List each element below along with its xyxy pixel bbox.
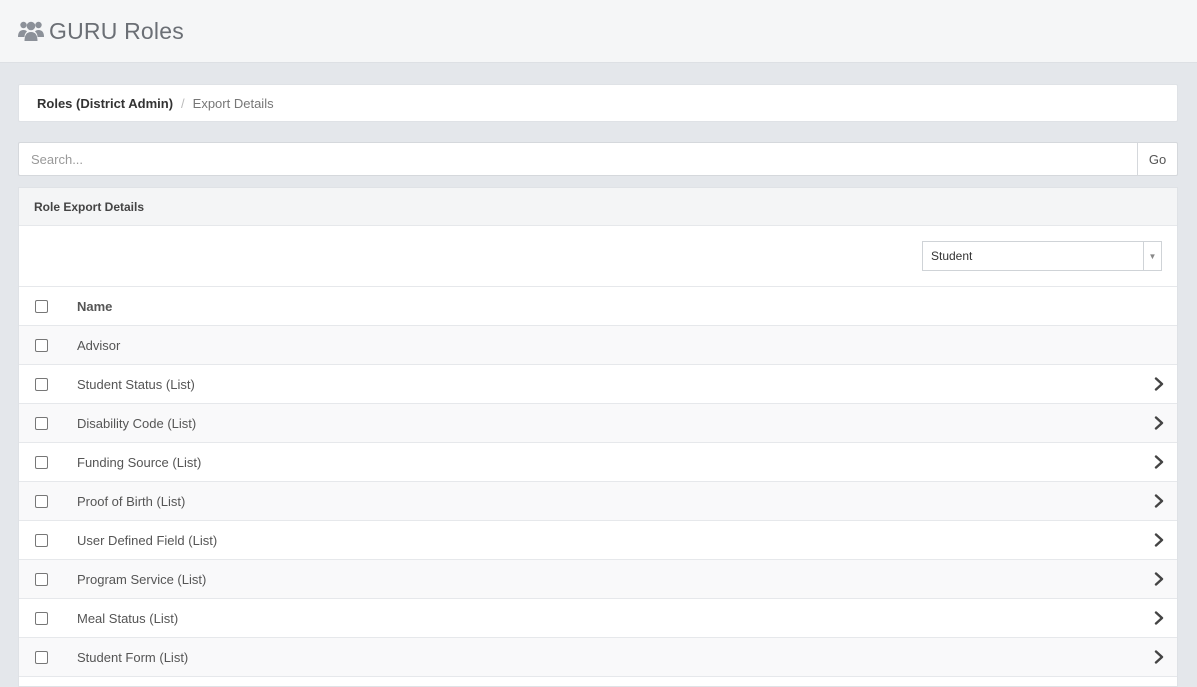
table-row[interactable]: Disability Code (List) — [19, 404, 1177, 443]
row-checkbox[interactable] — [35, 416, 48, 430]
category-select[interactable]: Student ▼ — [922, 241, 1162, 271]
chevron-right-icon[interactable] — [1154, 494, 1164, 508]
role-export-panel: Role Export Details Student ▼ Name Advis… — [18, 187, 1178, 687]
search-bar: Go — [18, 142, 1178, 176]
row-label: Program Service (List) — [77, 571, 207, 587]
row-checkbox[interactable] — [35, 611, 48, 625]
table-row[interactable]: Meal Status (List) — [19, 599, 1177, 638]
chevron-down-icon[interactable]: ▼ — [1143, 242, 1161, 270]
filter-row: Student ▼ — [19, 226, 1177, 287]
breadcrumb-current: Export Details — [192, 95, 274, 111]
chevron-right-icon[interactable] — [1154, 533, 1164, 547]
row-label: Meal Status (List) — [77, 610, 179, 626]
row-checkbox[interactable] — [35, 455, 48, 469]
row-label: Disability Code (List) — [77, 415, 197, 431]
top-bar: GURU Roles — [0, 0, 1197, 63]
go-button[interactable]: Go — [1137, 142, 1178, 176]
chevron-right-icon[interactable] — [1154, 377, 1164, 391]
table-row[interactable]: Funding Source (List) — [19, 443, 1177, 482]
row-label: User Defined Field (List) — [77, 532, 218, 548]
category-select-value: Student — [931, 249, 973, 263]
row-checkbox[interactable] — [35, 650, 48, 664]
row-label: Student Status (List) — [77, 376, 195, 392]
table-row[interactable]: Student Status (List) — [19, 365, 1177, 404]
breadcrumb: Roles (District Admin) / Export Details — [18, 84, 1178, 122]
search-input[interactable] — [18, 142, 1137, 176]
chevron-right-icon[interactable] — [1154, 455, 1164, 469]
users-icon — [18, 19, 44, 43]
row-checkbox[interactable] — [35, 494, 48, 508]
table-header-row: Name — [19, 287, 1177, 326]
chevron-right-icon[interactable] — [1154, 611, 1164, 625]
chevron-right-icon[interactable] — [1154, 572, 1164, 586]
table-row[interactable]: Advisor — [19, 326, 1177, 365]
table-row[interactable]: Proof of Birth (List) — [19, 482, 1177, 521]
row-label: Proof of Birth (List) — [77, 493, 186, 509]
row-label: Advisor — [77, 337, 121, 353]
row-checkbox[interactable] — [35, 533, 48, 547]
breadcrumb-separator: / — [181, 95, 185, 111]
row-checkbox[interactable] — [35, 377, 48, 391]
chevron-right-icon[interactable] — [1154, 650, 1164, 664]
table-row[interactable]: Student Form (List) — [19, 638, 1177, 677]
row-checkbox[interactable] — [35, 338, 48, 352]
chevron-right-icon[interactable] — [1154, 416, 1164, 430]
app-title: GURU Roles — [49, 17, 184, 44]
table-row[interactable]: Program Service (List) — [19, 560, 1177, 599]
row-label: Funding Source (List) — [77, 454, 202, 470]
row-label: Student Form (List) — [77, 649, 189, 665]
table-row[interactable]: User Defined Field (List) — [19, 521, 1177, 560]
breadcrumb-roles-link[interactable]: Roles (District Admin) — [37, 96, 173, 111]
select-all-checkbox[interactable] — [35, 299, 48, 313]
panel-title: Role Export Details — [19, 188, 1177, 226]
name-column-header: Name — [77, 298, 113, 314]
row-checkbox[interactable] — [35, 572, 48, 586]
